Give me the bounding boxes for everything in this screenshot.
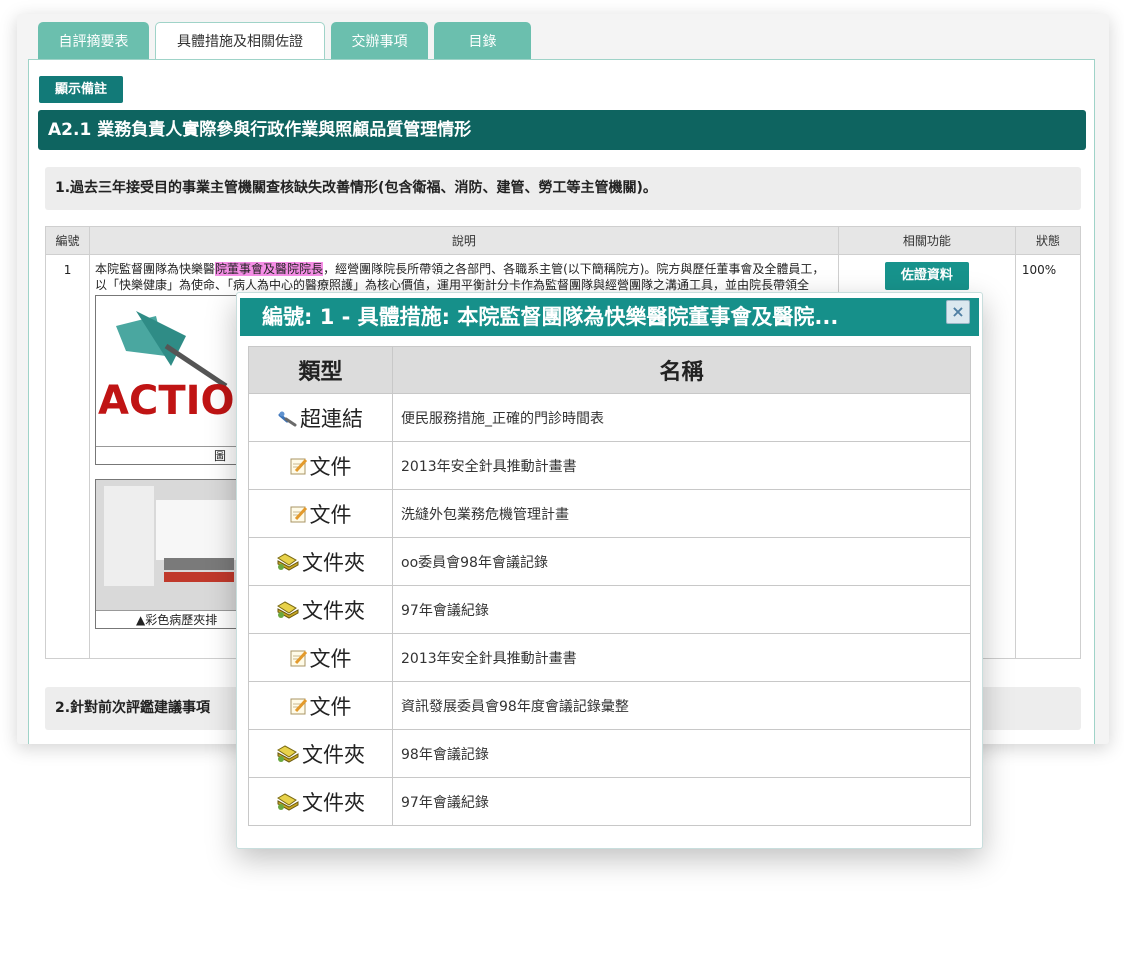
table-row[interactable]: 文件 資訊發展委員會98年度會議記錄彙整 xyxy=(248,681,971,730)
table-row[interactable]: 文件 2013年安全針具推動計畫書 xyxy=(248,633,971,682)
file-type-cell: 文件夾 xyxy=(248,537,393,586)
header-func: 相關功能 xyxy=(837,226,1016,255)
file-type-cell: 文件 xyxy=(248,633,393,682)
modal-title: 編號: 1 - 具體措施: 本院監督團隊為快樂醫院董事會及醫院... xyxy=(240,298,979,336)
file-type-cell: 文件 xyxy=(248,489,393,538)
table-row[interactable]: 文件夾 97年會議紀錄 xyxy=(248,585,971,634)
file-type-label: 文件 xyxy=(309,454,352,479)
file-name-link[interactable]: 97年會議紀錄 xyxy=(392,777,971,826)
files-header-row: 類型 名稱 xyxy=(248,346,971,394)
action-illustration: ACTIO xyxy=(96,296,245,464)
file-type-cell: 文件夾 xyxy=(248,777,393,826)
file-name-link[interactable]: oo委員會98年會議記錄 xyxy=(392,537,971,586)
file-type-label: 文件 xyxy=(309,646,352,671)
file-type-label: 文件 xyxy=(309,502,352,527)
file-type-cell: 文件夾 xyxy=(248,585,393,634)
tab-assigned-items[interactable]: 交辦事項 xyxy=(331,22,428,60)
file-type-label: 文件 xyxy=(309,694,352,719)
file-type-label: 超連結 xyxy=(300,406,363,431)
document-icon xyxy=(290,648,308,672)
tab-self-summary[interactable]: 自評摘要表 xyxy=(38,22,149,60)
file-name-link[interactable]: 洗縫外包業務危機管理計畫 xyxy=(392,489,971,538)
file-type-cell: 文件夾 xyxy=(248,729,393,778)
chart-folder-image: ▲彩色病歷夾排 xyxy=(95,479,246,629)
file-name-link[interactable]: 2013年安全針具推動計畫書 xyxy=(392,633,971,682)
tab-catalog[interactable]: 目錄 xyxy=(434,22,531,60)
question-1: 1.過去三年接受目的事業主管機關查核缺失改善情形(包含衛福、消防、建管、勞工等主… xyxy=(45,167,1081,210)
action-image-text: ACTIO xyxy=(98,378,234,424)
file-type-label: 文件夾 xyxy=(302,790,365,815)
folder-icon xyxy=(276,552,300,577)
action-image: ACTIO 圖 xyxy=(95,295,246,465)
file-type-cell: 超連結 xyxy=(248,393,393,442)
file-name-link[interactable]: 資訊發展委員會98年度會議記錄彙整 xyxy=(392,681,971,730)
folder-photo xyxy=(96,480,245,628)
header-desc: 說明 xyxy=(89,226,839,255)
evidence-modal: 編號: 1 - 具體措施: 本院監督團隊為快樂醫院董事會及醫院... × 類型 … xyxy=(236,292,983,849)
header-type: 類型 xyxy=(248,346,393,394)
table-row[interactable]: 文件夾 oo委員會98年會議記錄 xyxy=(248,537,971,586)
table-row[interactable]: 文件 2013年安全針具推動計畫書 xyxy=(248,441,971,490)
row-status: 100% xyxy=(1014,254,1082,659)
tab-bar: 自評摘要表 具體措施及相關佐證 交辦事項 目錄 xyxy=(38,22,531,60)
section-title: A2.1 業務負責人實際參與行政作業與照顧品質管理情形 xyxy=(38,110,1086,150)
close-icon[interactable]: × xyxy=(946,300,970,324)
desc-highlight: 院董事會及醫院院長 xyxy=(215,262,324,276)
header-status: 狀態 xyxy=(1014,226,1082,255)
table-header-row: 編號 說明 相關功能 狀態 xyxy=(44,226,1082,255)
document-icon xyxy=(290,504,308,528)
document-icon xyxy=(290,456,308,480)
table-row[interactable]: 文件夾 97年會議紀錄 xyxy=(248,777,971,826)
desc-text-pre: 本院監督團隊為快樂醫 xyxy=(95,262,216,276)
file-name-link[interactable]: 便民服務措施_正確的門診時間表 xyxy=(392,393,971,442)
file-type-label: 文件夾 xyxy=(302,742,365,767)
file-type-cell: 文件 xyxy=(248,681,393,730)
table-row[interactable]: 超連結 便民服務措施_正確的門診時間表 xyxy=(248,393,971,442)
table-row[interactable]: 文件 洗縫外包業務危機管理計畫 xyxy=(248,489,971,538)
file-type-label: 文件夾 xyxy=(302,598,365,623)
tab-measures-evidence[interactable]: 具體措施及相關佐證 xyxy=(155,22,325,60)
link-icon xyxy=(278,408,298,432)
table-row[interactable]: 文件夾 98年會議記錄 xyxy=(248,729,971,778)
file-name-link[interactable]: 2013年安全針具推動計畫書 xyxy=(392,441,971,490)
image-caption-2: ▲彩色病歷夾排 xyxy=(96,610,245,628)
folder-icon xyxy=(276,792,300,817)
folder-icon xyxy=(276,600,300,625)
show-notes-button[interactable]: 顯示備註 xyxy=(39,76,123,103)
row-no: 1 xyxy=(44,254,91,659)
header-name: 名稱 xyxy=(392,346,971,394)
image-caption: 圖 xyxy=(96,446,245,464)
file-name-link[interactable]: 97年會議紀錄 xyxy=(392,585,971,634)
document-icon xyxy=(290,696,308,720)
file-type-label: 文件夾 xyxy=(302,550,365,575)
file-name-link[interactable]: 98年會議記錄 xyxy=(392,729,971,778)
file-type-cell: 文件 xyxy=(248,441,393,490)
evidence-button[interactable]: 佐證資料 xyxy=(884,262,969,290)
folder-icon xyxy=(276,744,300,769)
evidence-files-table: 類型 名稱 超連結 便民服務措施_正確的門診時間表文件 2013年安全針具推動計畫書… xyxy=(248,346,971,826)
header-no: 編號 xyxy=(44,226,91,255)
